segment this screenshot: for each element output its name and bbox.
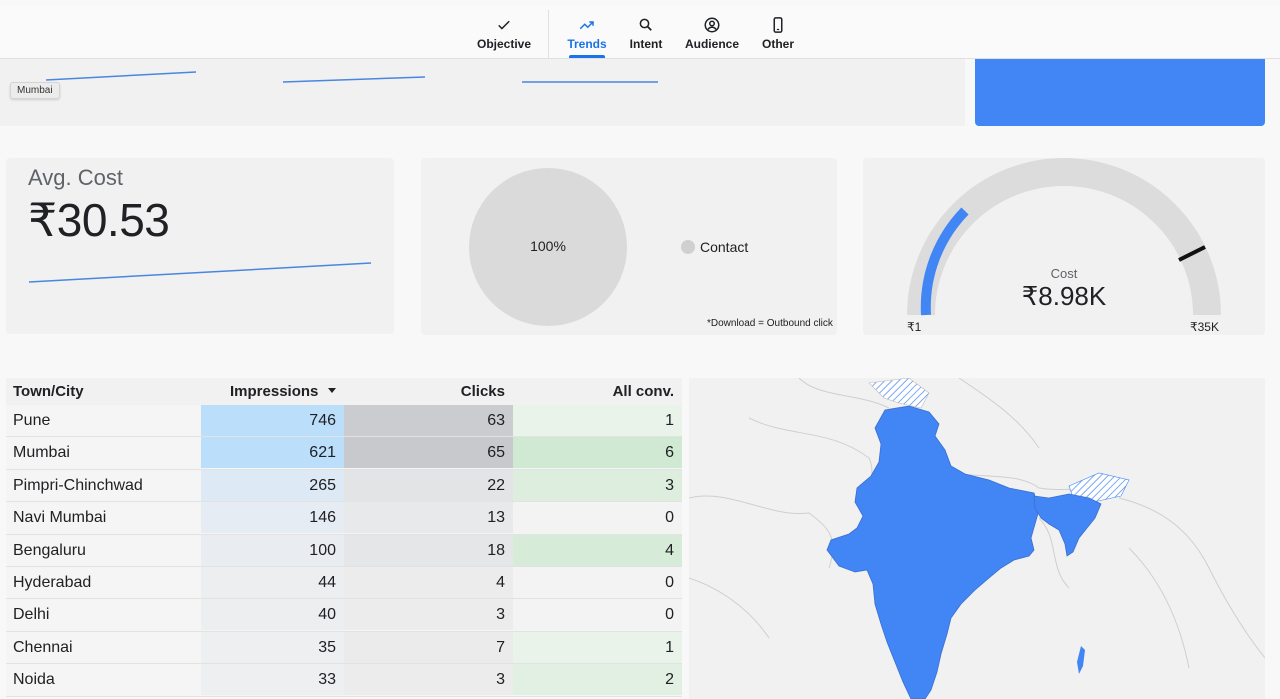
india-map[interactable] xyxy=(689,378,1265,699)
cell-city: Hyderabad xyxy=(13,573,92,591)
cell-impressions: 35 xyxy=(201,631,344,663)
cell-impressions: 146 xyxy=(201,502,344,534)
map-tooltip: Mumbai xyxy=(10,82,60,99)
header-clicks[interactable]: Clicks xyxy=(344,378,505,405)
table-row[interactable]: Pimpri-Chinchwad 265 22 3 xyxy=(6,469,682,503)
table-row[interactable]: Navi Mumbai 146 13 0 xyxy=(6,502,682,535)
table-row[interactable]: Hyderabad 44 4 0 xyxy=(6,566,682,600)
table-row[interactable]: Chennai 35 7 1 xyxy=(6,631,682,665)
nav-intent[interactable]: Intent xyxy=(626,6,666,58)
gauge-value: ₹8.98K xyxy=(1021,281,1107,311)
header-impressions[interactable]: Impressions xyxy=(230,378,337,405)
strip-sparklines xyxy=(45,71,658,83)
header-conv[interactable]: All conv. xyxy=(513,378,674,405)
cell-impressions: 33 xyxy=(201,664,344,696)
cell-clicks: 18 xyxy=(344,534,513,566)
cell-conv: 3 xyxy=(513,469,682,501)
gauge-min-label: ₹1 xyxy=(907,320,922,334)
nav-audience-label: Audience xyxy=(684,36,739,51)
sparkline-2 xyxy=(282,76,426,83)
cell-city: Chennai xyxy=(13,638,73,656)
cell-conv: 1 xyxy=(513,631,682,663)
nav-divider xyxy=(548,10,549,58)
cell-city: Pune xyxy=(13,412,51,429)
check-icon xyxy=(498,20,510,30)
cell-city: Pimpri-Chinchwad xyxy=(13,476,143,494)
pie-legend-label: Contact xyxy=(700,239,749,255)
trending-up-icon xyxy=(579,20,594,29)
cell-city: Mumbai xyxy=(13,444,70,462)
cell-conv: 6 xyxy=(513,437,682,469)
cell-impressions: 746 xyxy=(201,405,344,436)
cell-clicks: 7 xyxy=(344,631,513,663)
sparkline-1 xyxy=(45,71,197,81)
nav-intent-label: Intent xyxy=(629,36,663,51)
cell-conv: 0 xyxy=(513,502,682,534)
cell-city: Delhi xyxy=(13,606,50,624)
gauge-max-label: ₹35K xyxy=(1190,320,1219,334)
nav-trends-label: Trends xyxy=(567,36,607,51)
cell-conv: 0 xyxy=(513,599,682,631)
nav-other-label: Other xyxy=(761,36,794,51)
map-svg xyxy=(689,378,1265,699)
cell-clicks: 4 xyxy=(344,566,513,598)
gauge-label: Cost xyxy=(1050,266,1078,281)
cell-clicks: 65 xyxy=(344,437,513,469)
table-row[interactable]: Mumbai 621 65 6 xyxy=(6,437,682,470)
table-body: Pune 746 63 1 Mumbai 621 65 6 Pimpri-Chinchwad 26… xyxy=(6,405,682,697)
cell-clicks: 13 xyxy=(344,502,513,534)
cell-conv: 2 xyxy=(513,664,682,696)
nav-objective-label: Objective xyxy=(476,36,532,51)
pie-footnote: *Download = Outbound click xyxy=(707,318,833,329)
table-row[interactable]: Bengaluru 100 18 4 xyxy=(6,534,682,567)
cell-impressions: 100 xyxy=(201,534,344,566)
avg-cost-label: Avg. Cost xyxy=(28,165,123,190)
header-impressions-label: Impressions xyxy=(230,383,319,400)
legend-dot xyxy=(681,240,695,254)
nav-trends[interactable]: Trends xyxy=(562,6,612,58)
blue-block xyxy=(975,59,1265,126)
nav-objective[interactable]: Objective xyxy=(476,6,532,58)
table-header: Town/City Impressions Clicks All conv. xyxy=(6,378,682,405)
cell-city: Navi Mumbai xyxy=(13,509,107,527)
pie-percent: 100% xyxy=(530,238,566,254)
header-city[interactable]: Town/City xyxy=(13,378,84,405)
cell-impressions: 621 xyxy=(201,437,344,469)
cell-conv: 4 xyxy=(513,534,682,566)
nav-audience[interactable]: Audience xyxy=(684,6,740,58)
cell-city: Noida xyxy=(13,671,55,689)
cell-conv: 0 xyxy=(513,566,682,598)
table-row[interactable]: Noida 33 3 2 xyxy=(6,664,682,697)
trend-strip xyxy=(0,59,965,126)
cell-clicks: 3 xyxy=(344,599,513,631)
india-shape xyxy=(826,405,1040,699)
cell-impressions: 44 xyxy=(201,566,344,598)
cell-clicks: 3 xyxy=(344,664,513,696)
table-row[interactable]: Delhi 40 3 0 xyxy=(6,599,682,632)
city-table: Town/City Impressions Clicks All conv. P… xyxy=(6,378,682,697)
report-nav: Objective Trends Intent Audience Other xyxy=(0,6,1280,59)
sort-desc-icon xyxy=(327,388,336,393)
cell-impressions: 40 xyxy=(201,599,344,631)
table-row[interactable]: Pune 746 63 1 xyxy=(6,405,682,438)
cell-clicks: 63 xyxy=(344,405,513,436)
cell-city: Bengaluru xyxy=(13,541,86,559)
india-islands xyxy=(1077,646,1085,674)
account-circle-icon xyxy=(704,17,720,32)
avg-cost-sparkline xyxy=(28,262,372,283)
phone-icon xyxy=(773,16,783,33)
cell-clicks: 22 xyxy=(344,469,513,501)
avg-cost-value: ₹30.53 xyxy=(28,194,170,246)
search-icon xyxy=(639,18,652,31)
nav-other[interactable]: Other xyxy=(758,6,798,58)
cell-impressions: 265 xyxy=(201,469,344,501)
cell-conv: 1 xyxy=(513,405,682,436)
